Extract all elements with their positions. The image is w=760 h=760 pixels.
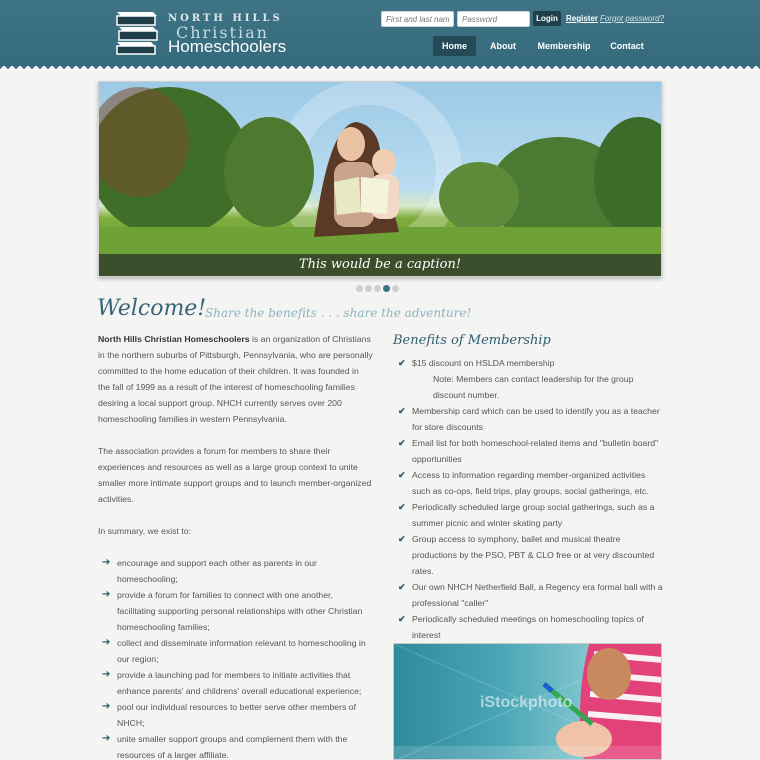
intro-column: North Hills Christian Homeschoolers is a…	[98, 331, 373, 760]
list-item: ✔ Membership card which can be used to id…	[396, 403, 664, 435]
logo-homeschoolers: Homeschoolers	[168, 37, 287, 56]
list-item: ✔ Periodically scheduled large group soci…	[396, 499, 664, 531]
benefit-text: Periodically scheduled meetings on homes…	[412, 614, 644, 640]
intro-text: is an organization of Christians in the …	[98, 334, 373, 424]
password-input[interactable]	[457, 11, 530, 27]
benefit-text: Access to information regarding member-o…	[412, 470, 649, 496]
arrow-icon: ➔	[102, 701, 111, 712]
checkmark-icon: ✔	[398, 582, 406, 592]
name-input[interactable]	[381, 11, 454, 27]
benefit-text: Membership card which can be used to ide…	[412, 406, 660, 432]
purpose-text: provide a forum for families to connect …	[117, 590, 363, 632]
benefit-text: Periodically scheduled large group socia…	[412, 502, 655, 528]
checkmark-icon: ✔	[398, 438, 406, 448]
arrow-icon: ➔	[102, 557, 111, 568]
list-item: ➔ unite smaller support groups and comple…	[98, 731, 373, 760]
purpose-text: collect and disseminate information rele…	[117, 638, 366, 664]
slide-dot-1[interactable]	[356, 285, 363, 292]
checkmark-icon: ✔	[398, 614, 406, 624]
books-logo-icon[interactable]	[113, 10, 161, 56]
list-item: ✔ Group access to symphony, ballet and mu…	[396, 531, 664, 579]
summary-intro: In summary, we exist to:	[98, 526, 192, 536]
list-item: ➔ encourage and support each other as par…	[98, 555, 373, 587]
intro-paragraph-2: The association provides a forum for mem…	[98, 446, 372, 504]
nav-contact[interactable]: Contact	[605, 36, 649, 56]
benefits-list: ✔ $15 discount on HSLDA membership Note: M…	[396, 355, 664, 643]
list-item: ➔ pool our individual resources to better…	[98, 699, 373, 731]
slide-dot-5[interactable]	[392, 285, 399, 292]
student-photo: iStockphoto	[393, 643, 662, 760]
checkmark-icon: ✔	[398, 534, 406, 544]
purpose-text: pool our individual resources to better …	[117, 702, 357, 728]
list-item: ✔ Email list for both homeschool-related …	[396, 435, 664, 467]
intro-paragraph-1: North Hills Christian Homeschoolers is a…	[98, 331, 373, 427]
list-item: ✔ Access to information regarding member-…	[396, 467, 664, 499]
org-name: North Hills Christian Homeschoolers	[98, 334, 250, 344]
nav-membership[interactable]: Membership	[532, 36, 596, 56]
arrow-icon: ➔	[102, 637, 111, 648]
slide-dot-3[interactable]	[374, 285, 381, 292]
checkmark-icon: ✔	[398, 470, 406, 480]
list-item: ➔ provide a launching pad for members to …	[98, 667, 373, 699]
login-button[interactable]: Login	[533, 11, 561, 26]
arrow-icon: ➔	[102, 669, 111, 680]
hero-caption: This would be a caption!	[99, 254, 661, 276]
nav-about[interactable]: About	[484, 36, 522, 56]
arrow-icon: ➔	[102, 733, 111, 744]
list-item: ✔ Our own NHCH Netherfield Ball, a Regenc…	[396, 579, 664, 611]
checkmark-icon: ✔	[398, 358, 406, 368]
checkmark-icon: ✔	[398, 502, 406, 512]
site-header: NORTH HILLS Christian Homeschoolers Logi…	[0, 0, 760, 66]
hero-photo	[99, 82, 661, 276]
list-item: ✔ $15 discount on HSLDA membership Note: M…	[396, 355, 664, 403]
welcome-tagline: Share the benefits . . . share the adven…	[205, 306, 472, 320]
benefit-text: $15 discount on HSLDA membership	[412, 358, 555, 368]
list-item: ➔ provide a forum for families to connect…	[98, 587, 373, 635]
purpose-text: provide a launching pad for members to i…	[117, 670, 362, 696]
register-link[interactable]: Register	[566, 14, 598, 23]
purpose-text: encourage and support each other as pare…	[117, 558, 317, 584]
benefit-text: Email list for both homeschool-related i…	[412, 438, 659, 464]
benefit-text: Group access to symphony, ballet and mus…	[412, 534, 655, 576]
benefits-title: Benefits of Membership	[393, 333, 551, 348]
list-item: ✔ Periodically scheduled meetings on home…	[396, 611, 664, 643]
arrow-icon: ➔	[102, 589, 111, 600]
welcome-heading: Welcome!	[97, 296, 207, 321]
purpose-text: unite smaller support groups and complem…	[117, 734, 348, 760]
slide-dot-2[interactable]	[365, 285, 372, 292]
benefit-note: Note: Members can contact leadership for…	[433, 374, 634, 400]
nav-home[interactable]: Home	[433, 36, 476, 56]
istock-watermark: iStockphoto	[480, 694, 573, 711]
list-item: ➔ collect and disseminate information rel…	[98, 635, 373, 667]
benefit-text: Our own NHCH Netherfield Ball, a Regency…	[412, 582, 663, 608]
purpose-list: ➔ encourage and support each other as par…	[98, 555, 373, 760]
header-edge	[0, 64, 760, 72]
hero-slider[interactable]: This would be a caption!	[98, 81, 662, 277]
forgot-password-link[interactable]: Forgot password?	[600, 14, 664, 23]
slide-dot-4[interactable]	[383, 285, 390, 292]
checkmark-icon: ✔	[398, 406, 406, 416]
